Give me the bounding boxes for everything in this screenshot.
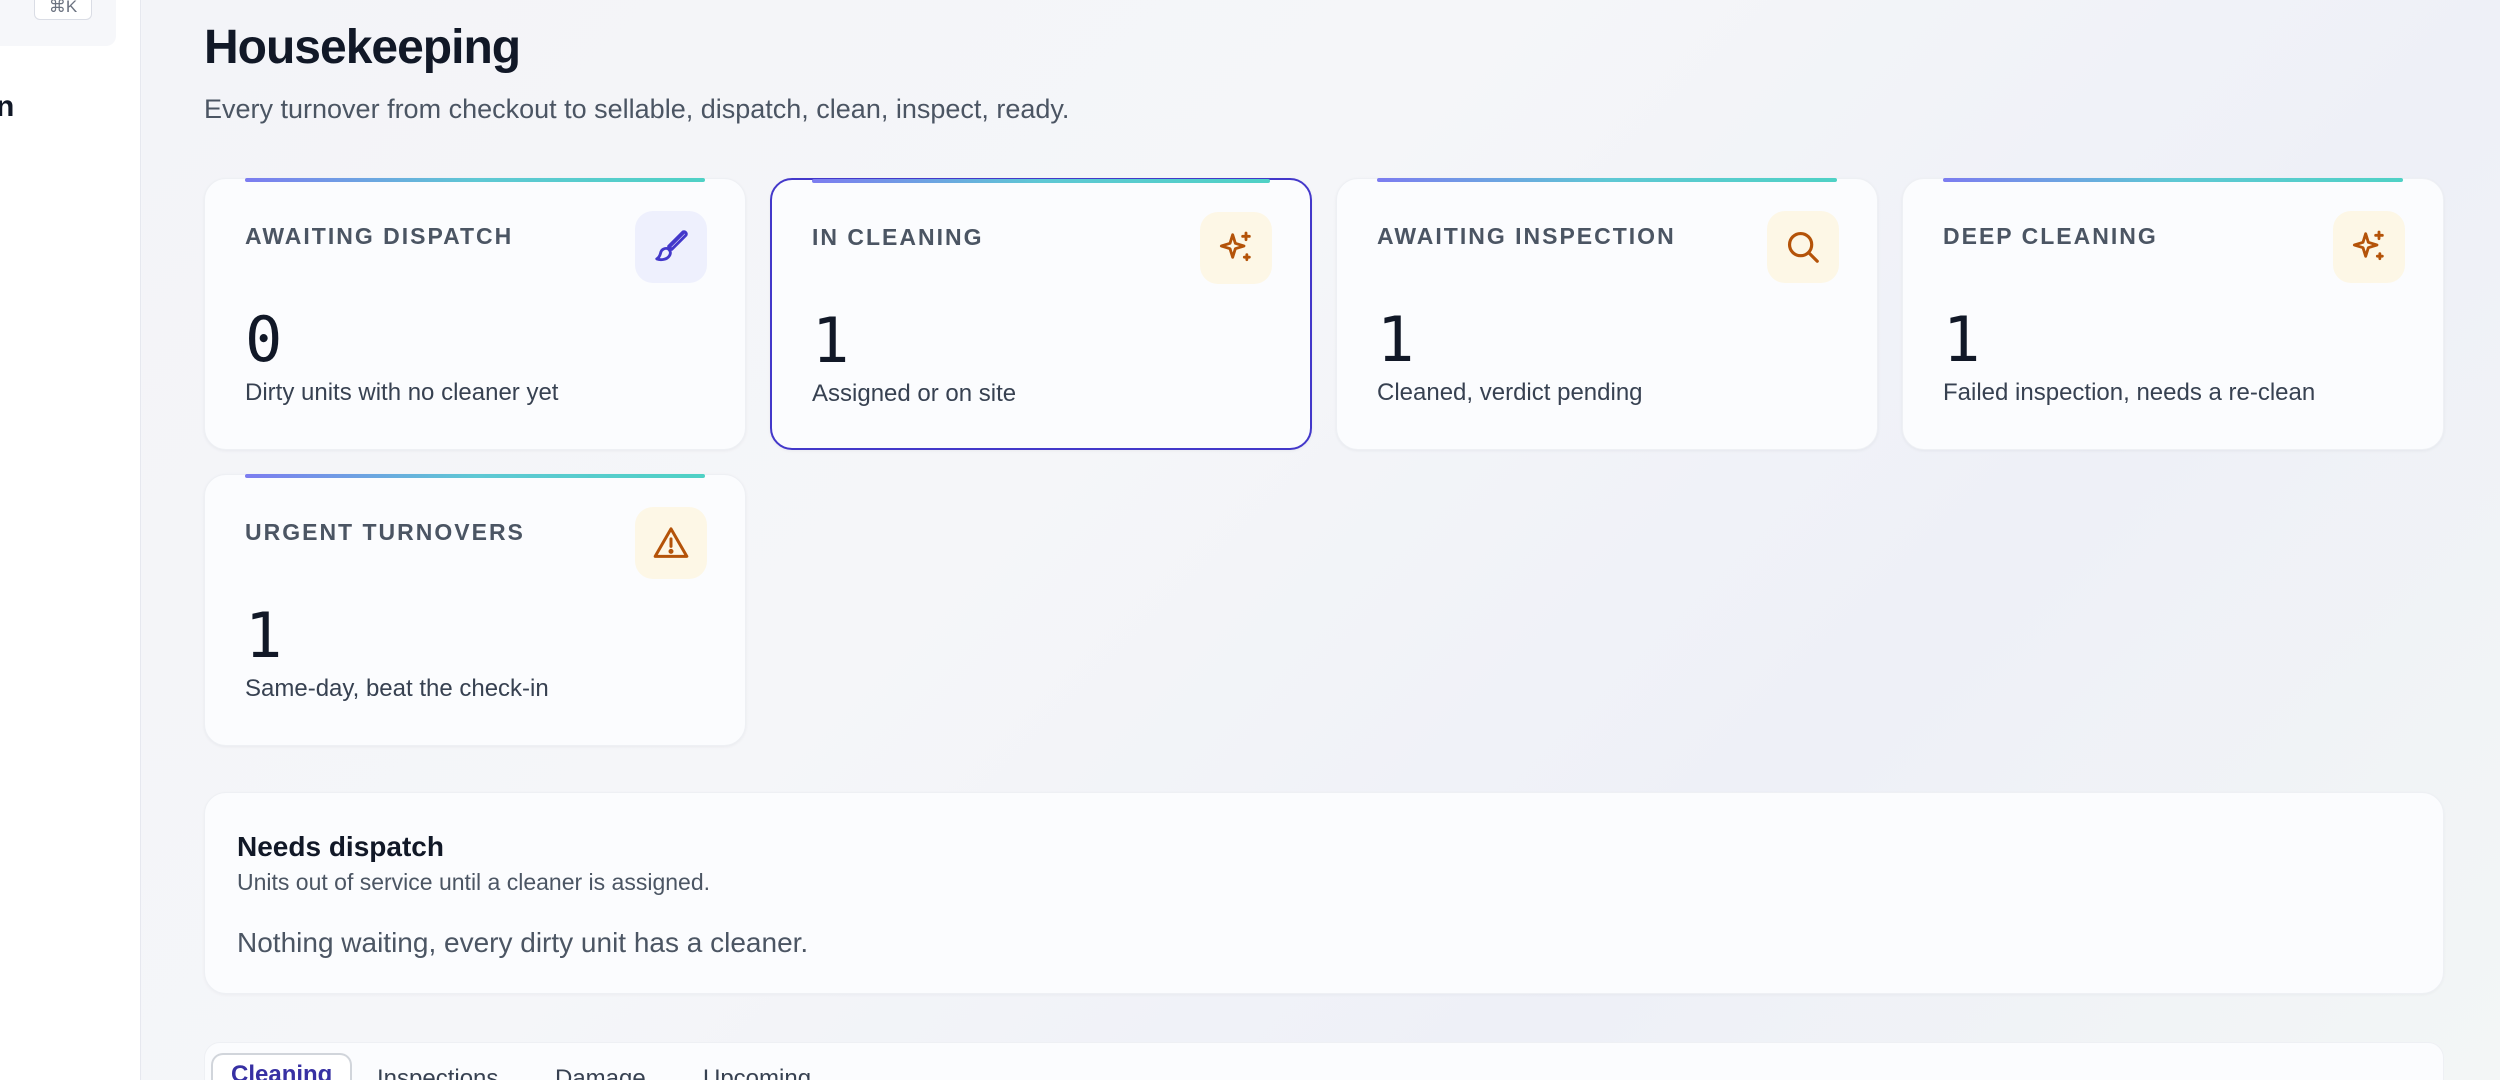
stat-card-urgent-turnovers[interactable]: URGENT TURNOVERS 1 Same-day, beat the ch…	[204, 474, 746, 746]
sparkle-icon	[1200, 212, 1272, 284]
warning-icon	[635, 507, 707, 579]
tab-upcoming[interactable]: Upcoming	[703, 1061, 811, 1080]
main-content: Housekeeping Every turnover from checkou…	[142, 0, 2500, 1080]
stat-label: AWAITING INSPECTION	[1377, 223, 1676, 249]
panel-subtitle: Units out of service until a cleaner is …	[237, 869, 711, 895]
stat-value: 1	[245, 599, 283, 672]
stat-card-deep-cleaning[interactable]: DEEP CLEANING 1 Failed inspection, needs…	[1902, 178, 2444, 450]
page-title: Housekeeping	[204, 21, 521, 74]
tab-damage[interactable]: Damage	[555, 1061, 646, 1080]
search-trigger[interactable]: ⌘K	[0, 0, 116, 46]
sidebar: ⌘K n	[0, 0, 141, 1080]
card-accent-bar	[245, 474, 705, 478]
page-subtitle: Every turnover from checkout to sellable…	[204, 94, 1070, 124]
card-accent-bar	[1943, 178, 2403, 182]
panel-title: Needs dispatch	[237, 831, 444, 862]
stat-label: DEEP CLEANING	[1943, 223, 2158, 249]
stat-value: 1	[1943, 303, 1981, 376]
app-window: ⌘K n Housekeeping Every turnover from ch…	[0, 0, 2500, 1080]
stat-card-awaiting-inspection[interactable]: AWAITING INSPECTION 1 Cleaned, verdict p…	[1336, 178, 1878, 450]
stat-value: 0	[245, 303, 283, 376]
tab-inspections[interactable]: Inspections	[377, 1061, 498, 1080]
tab-cleaning[interactable]: Cleaning	[211, 1053, 353, 1080]
needs-dispatch-panel: Needs dispatch Units out of service unti…	[204, 792, 2444, 994]
brush-icon	[635, 211, 707, 283]
stat-card-awaiting-dispatch[interactable]: AWAITING DISPATCH 0 Dirty units with no …	[204, 178, 746, 450]
stat-value: 1	[812, 304, 850, 377]
shortcut-badge: ⌘K	[34, 0, 92, 20]
card-accent-bar	[245, 178, 705, 182]
search-icon	[1767, 211, 1839, 283]
card-accent-bar	[812, 179, 1270, 183]
stat-description: Dirty units with no cleaner yet	[245, 379, 559, 406]
empty-state-message: Nothing waiting, every dirty unit has a …	[237, 927, 809, 958]
stat-card-in-cleaning[interactable]: IN CLEANING 1 Assigned or on site	[770, 178, 1312, 450]
sidebar-item-label[interactable]: n	[0, 90, 14, 124]
stat-description: Failed inspection, needs a re-clean	[1943, 379, 2316, 406]
sparkle-icon	[2333, 211, 2405, 283]
stat-value: 1	[1377, 303, 1415, 376]
tab-bar: Cleaning Inspections Damage Upcoming	[204, 1042, 2444, 1080]
stat-description: Assigned or on site	[812, 380, 1017, 407]
stat-label: IN CLEANING	[812, 224, 984, 250]
stat-label: AWAITING DISPATCH	[245, 223, 514, 249]
stat-label: URGENT TURNOVERS	[245, 519, 525, 545]
card-accent-bar	[1377, 178, 1837, 182]
stat-description: Cleaned, verdict pending	[1377, 379, 1643, 406]
stat-description: Same-day, beat the check-in	[245, 675, 549, 702]
